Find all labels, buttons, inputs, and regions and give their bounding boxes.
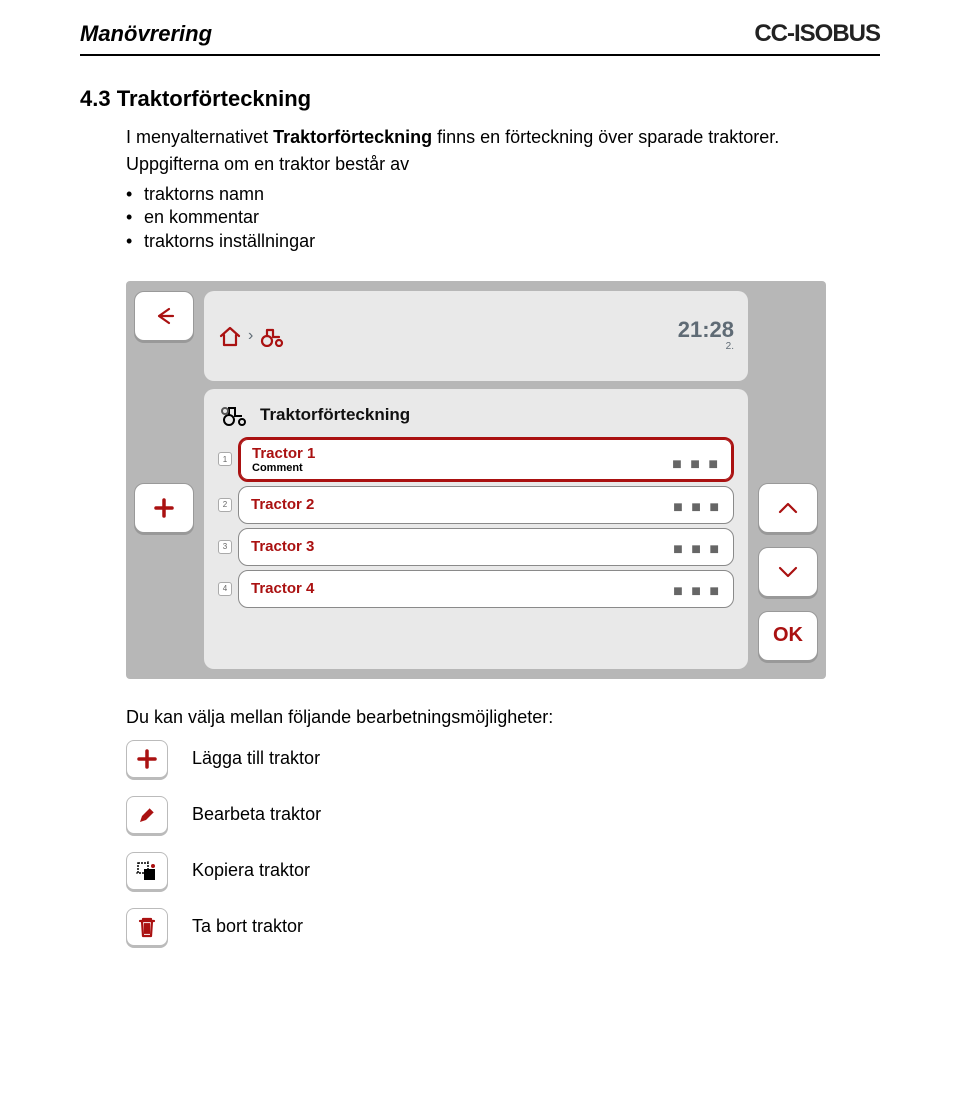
list-item[interactable]: 3 Tractor 3 ■ ■ ■ (218, 528, 734, 566)
tractor-list-icon (220, 403, 250, 427)
row-index: 3 (218, 540, 232, 554)
ellipsis-icon[interactable]: ■ ■ ■ (673, 541, 721, 559)
option-key-add[interactable] (126, 740, 168, 778)
section-intro: I menyalternativet Traktorförteckning fi… (126, 126, 880, 253)
main-panel: Traktorförteckning 1 Tractor 1 Comment ■… (204, 389, 748, 669)
device-screenshot: › 21:28 2. OK (126, 281, 826, 679)
trash-icon (137, 916, 157, 938)
row-subtitle: Comment (252, 462, 315, 474)
back-button[interactable] (134, 291, 194, 341)
row-title: Tractor 4 (251, 580, 314, 597)
option-label: Bearbeta traktor (192, 804, 880, 825)
copy-icon (135, 860, 159, 882)
clock: 21:28 (678, 319, 734, 341)
ok-button[interactable]: OK (758, 611, 818, 661)
chevron-up-icon (775, 498, 801, 518)
row-title: Tractor 1 (252, 445, 315, 462)
row-title: Tractor 3 (251, 538, 314, 555)
page-header: Manövrering CC-ISOBUS (80, 20, 880, 56)
section-number: 4.3 (80, 86, 111, 111)
plus-icon (136, 748, 158, 770)
clock-sub: 2. (678, 341, 734, 352)
plus-icon (151, 495, 177, 521)
intro-text-post: finns en förteckning över sparade trakto… (432, 127, 779, 147)
intro-line-2: Uppgifterna om en traktor består av (126, 153, 880, 176)
section-title: Traktorförteckning (117, 86, 311, 111)
panel-title-text: Traktorförteckning (260, 405, 410, 425)
brand-logo: CC-ISOBUS (754, 20, 880, 48)
ellipsis-icon[interactable]: ■ ■ ■ (673, 499, 721, 517)
option-key-delete[interactable] (126, 908, 168, 946)
row-index: 4 (218, 582, 232, 596)
document-title: Manövrering (80, 21, 212, 47)
add-button[interactable] (134, 483, 194, 533)
list-item[interactable]: 2 Tractor 2 ■ ■ ■ (218, 486, 734, 524)
intro-bullet-list: traktorns namn en kommentar traktorns in… (126, 183, 880, 253)
tractor-icon[interactable] (259, 325, 285, 347)
intro-text: I menyalternativet (126, 127, 273, 147)
scroll-up-button[interactable] (758, 483, 818, 533)
scroll-down-button[interactable] (758, 547, 818, 597)
ellipsis-icon[interactable]: ■ ■ ■ (673, 583, 721, 601)
chevron-down-icon (775, 562, 801, 582)
row-title: Tractor 2 (251, 496, 314, 513)
bullet-item: traktorns inställningar (144, 230, 880, 253)
list-item[interactable]: 4 Tractor 4 ■ ■ ■ (218, 570, 734, 608)
list-item[interactable]: 1 Tractor 1 Comment ■ ■ ■ (218, 437, 734, 482)
row-index: 2 (218, 498, 232, 512)
option-label: Lägga till traktor (192, 748, 880, 769)
breadcrumb-bar: › 21:28 2. (204, 291, 748, 381)
pencil-icon (136, 804, 158, 826)
bullet-item: traktorns namn (144, 183, 880, 206)
option-key-edit[interactable] (126, 796, 168, 834)
section-heading: 4.3 Traktorförteckning (80, 86, 880, 112)
row-index: 1 (218, 452, 232, 466)
softkeys-left (134, 291, 204, 669)
breadcrumb-separator: › (248, 327, 253, 345)
bullet-item: en kommentar (144, 206, 880, 229)
home-icon[interactable] (218, 325, 242, 347)
option-label: Ta bort traktor (192, 916, 880, 937)
arrow-left-icon (151, 303, 177, 329)
intro-keyword: Traktorförteckning (273, 127, 432, 147)
softkeys-right: OK (748, 291, 818, 669)
panel-title: Traktorförteckning (220, 403, 732, 427)
option-key-copy[interactable] (126, 852, 168, 890)
ellipsis-icon[interactable]: ■ ■ ■ (672, 456, 720, 474)
option-label: Kopiera traktor (192, 860, 880, 881)
options-intro: Du kan välja mellan följande bearbetning… (126, 707, 880, 728)
